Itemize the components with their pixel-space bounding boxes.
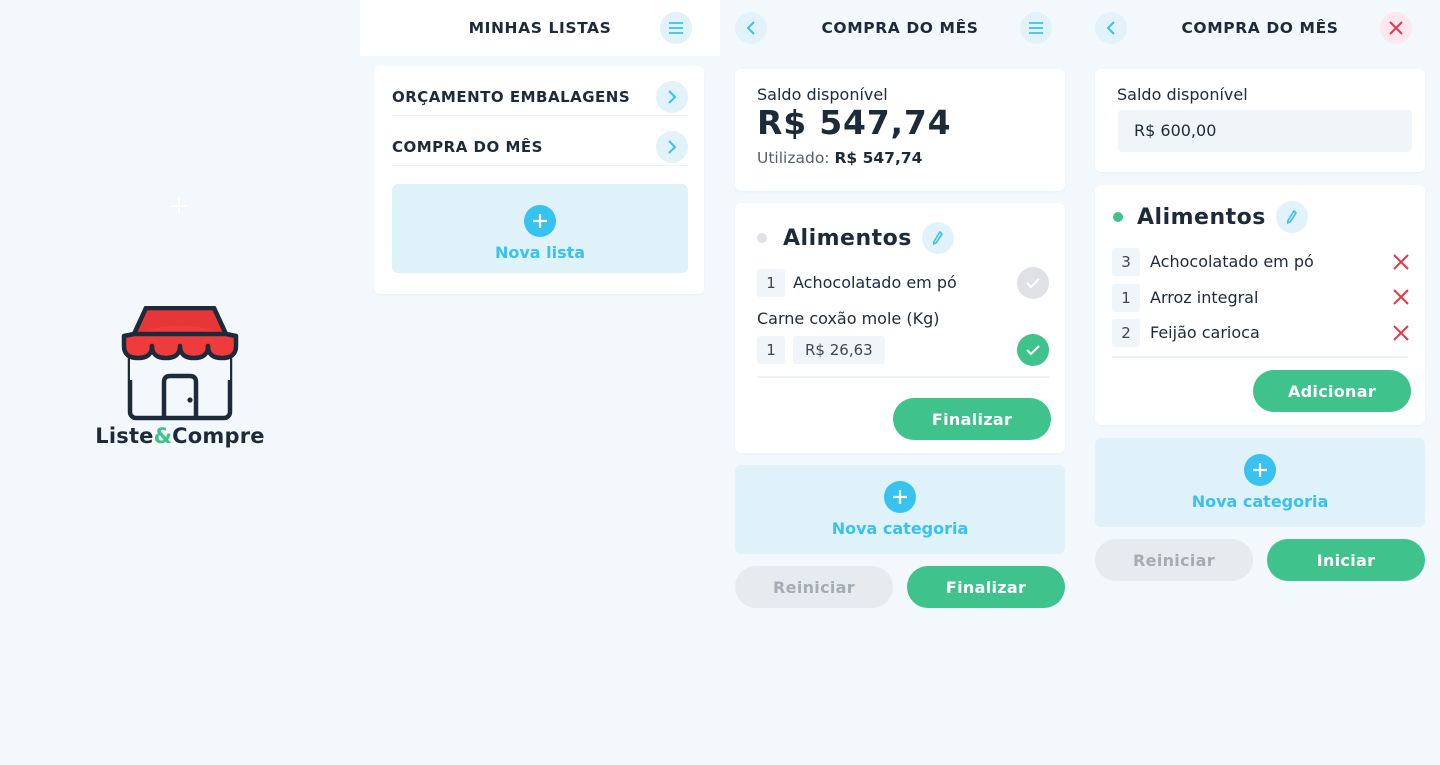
- brand-part-compre: Compre: [172, 424, 265, 448]
- chevron-right-icon: [668, 90, 677, 104]
- item-name: Achocolatado em pó: [793, 273, 957, 292]
- reset-button[interactable]: Reiniciar: [1095, 539, 1253, 581]
- edit-topbar: COMPRA DO MÊS: [1080, 0, 1440, 56]
- finish-category-button[interactable]: Finalizar: [893, 398, 1051, 440]
- close-button[interactable]: [1380, 12, 1412, 44]
- category-name: Alimentos: [783, 225, 912, 251]
- balance-label: Saldo disponível: [1117, 85, 1248, 104]
- menu-button[interactable]: [1020, 12, 1052, 44]
- new-category-button[interactable]: Nova categoria: [735, 465, 1065, 554]
- menu-button[interactable]: [660, 12, 692, 44]
- close-icon: [1393, 289, 1409, 305]
- close-icon: [1389, 21, 1403, 35]
- new-category-label: Nova categoria: [1191, 492, 1329, 511]
- shopping-topbar: COMPRA DO MÊS: [720, 0, 1080, 56]
- divider: [757, 376, 1049, 378]
- list-item-name: ORÇAMENTO EMBALAGENS: [392, 88, 631, 106]
- item-check-button[interactable]: [1017, 334, 1049, 366]
- balance-value: R$ 547,74: [757, 103, 952, 142]
- edit-screen: COMPRA DO MÊS Saldo disponível R$ 600,00…: [1080, 0, 1440, 765]
- category-header: Alimentos: [757, 222, 954, 254]
- list-item[interactable]: ORÇAMENTO EMBALAGENS: [392, 66, 688, 116]
- category-card: Alimentos 1 Achocolatado em pó Carne cox…: [735, 203, 1065, 453]
- item-name: Arroz integral: [1150, 288, 1259, 307]
- balance-card: Saldo disponível R$ 600,00: [1095, 69, 1425, 172]
- edit-category-button[interactable]: [1275, 201, 1308, 233]
- remove-item-button[interactable]: [1391, 252, 1411, 272]
- item-quantity[interactable]: 1: [757, 269, 785, 297]
- item-name: Feijão carioca: [1150, 323, 1260, 342]
- store-logo-icon: [121, 306, 239, 421]
- brand-name: Liste&Compre: [0, 424, 360, 448]
- edit-category-button[interactable]: [921, 222, 954, 254]
- chevron-right-icon: [668, 140, 677, 154]
- balance-label: Saldo disponível: [757, 85, 888, 104]
- category-status-dot: [757, 233, 767, 243]
- open-list-button[interactable]: [656, 81, 688, 113]
- balance-input[interactable]: R$ 600,00: [1118, 110, 1412, 152]
- category-status-dot: [1113, 212, 1123, 222]
- remove-item-button[interactable]: [1391, 287, 1411, 307]
- plus-icon: [884, 481, 916, 513]
- open-list-button[interactable]: [656, 131, 688, 163]
- finish-button[interactable]: Finalizar: [907, 566, 1065, 608]
- new-category-label: Nova categoria: [831, 519, 969, 538]
- list-item[interactable]: COMPRA DO MÊS: [392, 116, 688, 166]
- reset-button[interactable]: Reiniciar: [735, 566, 893, 608]
- add-item-button[interactable]: Adicionar: [1253, 370, 1411, 412]
- item-check-button[interactable]: [1017, 267, 1049, 299]
- sparkle-icon: [171, 198, 187, 214]
- remove-item-button[interactable]: [1391, 323, 1411, 343]
- lists-screen: MINHAS LISTAS ORÇAMENTO EMBALAGENS COMPR…: [360, 0, 720, 765]
- splash-screen: Liste&Compre: [0, 0, 360, 765]
- item-quantity[interactable]: 1: [1112, 284, 1140, 312]
- item-quantity[interactable]: 2: [1112, 319, 1140, 347]
- category-card: Alimentos 3 Achocolatado em pó 1 Arroz i…: [1095, 185, 1425, 425]
- used-value: R$ 547,74: [834, 149, 923, 167]
- pencil-icon: [932, 231, 943, 245]
- plus-icon: [1244, 454, 1276, 486]
- item-quantity[interactable]: 3: [1112, 248, 1140, 276]
- used-amount: Utilizado: R$ 547,74: [757, 149, 922, 167]
- item-price-input[interactable]: R$ 26,63: [793, 336, 885, 364]
- new-list-button[interactable]: Nova lista: [392, 184, 688, 273]
- category-header: Alimentos: [1113, 201, 1308, 233]
- balance-card: Saldo disponível R$ 547,74 Utilizado: R$…: [735, 69, 1065, 191]
- lists-topbar: MINHAS LISTAS: [360, 0, 720, 56]
- brand-ampersand: &: [153, 424, 173, 448]
- brand-part-liste: Liste: [95, 424, 154, 448]
- checkmark-icon: [1026, 277, 1040, 288]
- checkmark-icon: [1026, 344, 1040, 355]
- item-quantity[interactable]: 1: [757, 336, 785, 364]
- hamburger-icon: [1029, 22, 1043, 34]
- lists-card: ORÇAMENTO EMBALAGENS COMPRA DO MÊS Nova …: [374, 66, 704, 294]
- pencil-icon: [1286, 210, 1297, 224]
- used-label: Utilizado:: [757, 149, 830, 167]
- close-icon: [1393, 325, 1409, 341]
- new-list-label: Nova lista: [494, 243, 586, 262]
- item-name: Carne coxão mole (Kg): [757, 309, 940, 328]
- shopping-screen: COMPRA DO MÊS Saldo disponível R$ 547,74…: [720, 0, 1080, 765]
- close-icon: [1393, 254, 1409, 270]
- plus-icon: [524, 205, 556, 237]
- hamburger-icon: [669, 22, 683, 34]
- new-category-button[interactable]: Nova categoria: [1095, 438, 1425, 527]
- start-button[interactable]: Iniciar: [1267, 539, 1425, 581]
- item-name: Achocolatado em pó: [1150, 252, 1314, 271]
- list-item-name: COMPRA DO MÊS: [392, 138, 543, 156]
- divider: [1112, 356, 1408, 358]
- category-name: Alimentos: [1137, 204, 1266, 230]
